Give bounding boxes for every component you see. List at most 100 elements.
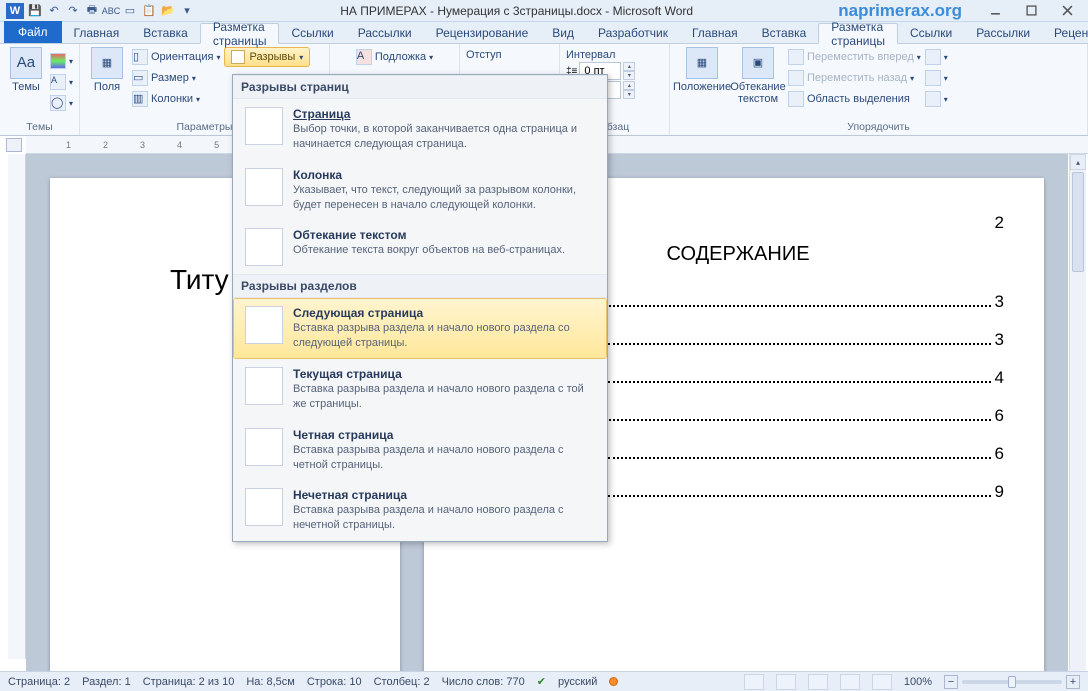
ribbon-tab[interactable]: Главная <box>62 22 132 43</box>
macro-record-icon[interactable] <box>609 677 618 686</box>
scroll-thumb[interactable] <box>1072 172 1084 272</box>
qat-dropdown-icon[interactable]: ▾ <box>179 3 195 19</box>
vertical-scrollbar[interactable]: ▴ <box>1069 154 1086 671</box>
paste-icon[interactable]: 📋 <box>141 3 157 19</box>
colors-icon <box>50 53 66 69</box>
ribbon-tabs: Файл ГлавнаяВставкаРазметка страницыСсыл… <box>0 22 1088 44</box>
status-words[interactable]: Число слов: 770 <box>442 676 525 688</box>
ribbon-tab[interactable]: Рецензирование <box>1042 22 1088 43</box>
status-page-of[interactable]: Страница: 2 из 10 <box>143 676 235 688</box>
ribbon-tab[interactable]: Разметка страницы <box>200 23 280 44</box>
status-position[interactable]: На: 8,5см <box>246 676 295 688</box>
rotate-button: ▾ <box>925 89 948 109</box>
scroll-up-button[interactable]: ▴ <box>1070 154 1086 170</box>
ribbon-tab[interactable]: Разработчик <box>586 22 680 43</box>
tab-selector[interactable] <box>6 138 22 152</box>
gallery-item-icon <box>245 306 283 344</box>
gallery-item[interactable]: Четная страницаВставка разрыва раздела и… <box>233 420 607 481</box>
view-print-layout[interactable] <box>744 674 764 690</box>
selection-pane-button[interactable]: Область выделения <box>788 89 921 109</box>
title-bar: W 💾 ↶ ↷ 🖶 ABC ▭ 📋 📂 ▾ НА ПРИМЕРАХ - Нуме… <box>0 0 1088 22</box>
vertical-ruler[interactable] <box>8 154 26 659</box>
status-bar: Страница: 2 Раздел: 1 Страница: 2 из 10 … <box>0 671 1088 691</box>
spelling-icon[interactable]: ABC <box>103 3 119 19</box>
ribbon-tab[interactable]: Ссылки <box>279 22 345 43</box>
indent-label: Отступ <box>466 49 553 61</box>
gallery-item-icon <box>245 367 283 405</box>
theme-fonts-button[interactable]: A▾ <box>50 72 73 92</box>
gallery-item[interactable]: Обтекание текстомОбтекание текста вокруг… <box>233 220 607 274</box>
watermark-button[interactable]: AПодложка▾ <box>356 47 433 67</box>
ribbon-tab[interactable]: Вставка <box>750 22 819 43</box>
gallery-item[interactable]: Нечетная страницаВставка разрыва раздела… <box>233 480 607 541</box>
selection-pane-icon <box>788 91 804 107</box>
margins-button[interactable]: ▦ Поля <box>86 47 128 93</box>
columns-icon: ▥ <box>132 91 148 107</box>
status-language[interactable]: русский <box>558 676 597 688</box>
ribbon-tab[interactable]: Рассылки <box>346 22 424 43</box>
file-tab[interactable]: Файл <box>4 21 62 43</box>
save-icon[interactable]: 💾 <box>27 3 43 19</box>
size-button[interactable]: ▭Размер▾ <box>132 68 220 88</box>
close-button[interactable] <box>1052 2 1082 20</box>
status-column[interactable]: Столбец: 2 <box>374 676 430 688</box>
print-icon[interactable]: 🖶 <box>84 3 100 19</box>
columns-button[interactable]: ▥Колонки▾ <box>132 89 220 109</box>
open-icon[interactable]: 📂 <box>160 3 176 19</box>
themes-button[interactable]: Aa Темы <box>6 47 46 93</box>
undo-icon[interactable]: ↶ <box>46 3 62 19</box>
status-section[interactable]: Раздел: 1 <box>82 676 131 688</box>
gallery-item-icon <box>245 168 283 206</box>
preview-icon[interactable]: ▭ <box>122 3 138 19</box>
position-icon: ▦ <box>686 47 718 79</box>
status-page[interactable]: Страница: 2 <box>8 676 70 688</box>
ribbon-tab[interactable]: Рассылки <box>964 22 1042 43</box>
ribbon-tab[interactable]: Разметка страницы <box>818 23 898 44</box>
group-label-themes: Темы <box>6 121 73 133</box>
bring-forward-icon <box>788 49 804 65</box>
ribbon-tab[interactable]: Вставка <box>131 22 200 43</box>
theme-effects-button[interactable]: ◯▾ <box>50 93 73 113</box>
zoom-level[interactable]: 100% <box>904 676 932 688</box>
watermark-icon: A <box>356 49 372 65</box>
gallery-item[interactable]: Текущая страницаВставка разрыва раздела … <box>233 359 607 420</box>
view-draft[interactable] <box>872 674 892 690</box>
zoom-out-button[interactable]: − <box>944 675 958 689</box>
watermark-text: naprimerax.org <box>838 1 962 21</box>
gallery-item[interactable]: СтраницаВыбор точки, в которой заканчива… <box>233 99 607 160</box>
gallery-item[interactable]: КолонкаУказывает, что текст, следующий з… <box>233 160 607 221</box>
gallery-item[interactable]: Следующая страницаВставка разрыва раздел… <box>233 298 607 359</box>
zoom-slider[interactable] <box>962 680 1062 684</box>
status-line[interactable]: Строка: 10 <box>307 676 362 688</box>
orientation-icon: ▯ <box>132 49 148 65</box>
position-button[interactable]: ▦Положение <box>676 47 728 93</box>
rotate-icon <box>925 91 941 107</box>
minimize-button[interactable] <box>980 2 1010 20</box>
view-web-layout[interactable] <box>808 674 828 690</box>
fonts-icon: A <box>50 74 66 90</box>
redo-icon[interactable]: ↷ <box>65 3 81 19</box>
breaks-button[interactable]: Разрывы▾ <box>224 47 310 67</box>
zoom-in-button[interactable]: + <box>1066 675 1080 689</box>
status-spell-icon[interactable]: ✔ <box>537 675 546 688</box>
themes-icon: Aa <box>10 47 42 79</box>
view-outline[interactable] <box>840 674 860 690</box>
ribbon-tab[interactable]: Вид <box>540 22 586 43</box>
effects-icon: ◯ <box>50 95 66 111</box>
wrap-text-button[interactable]: ▣Обтекание текстом <box>732 47 784 105</box>
word-icon: W <box>6 3 24 19</box>
gallery-item-icon <box>245 107 283 145</box>
ribbon-tab[interactable]: Главная <box>680 22 750 43</box>
ribbon-tab[interactable]: Ссылки <box>898 22 964 43</box>
align-icon <box>925 49 941 65</box>
gallery-header-page-breaks: Разрывы страниц <box>233 75 607 99</box>
ribbon-tab[interactable]: Рецензирование <box>424 22 541 43</box>
theme-colors-button[interactable]: ▾ <box>50 51 73 71</box>
gallery-item-icon <box>245 228 283 266</box>
maximize-button[interactable] <box>1016 2 1046 20</box>
orientation-button[interactable]: ▯Ориентация▾ <box>132 47 220 67</box>
align-button: ▾ <box>925 47 948 67</box>
send-backward-icon <box>788 70 804 86</box>
quick-access-toolbar: W 💾 ↶ ↷ 🖶 ABC ▭ 📋 📂 ▾ <box>6 3 195 19</box>
view-full-screen[interactable] <box>776 674 796 690</box>
